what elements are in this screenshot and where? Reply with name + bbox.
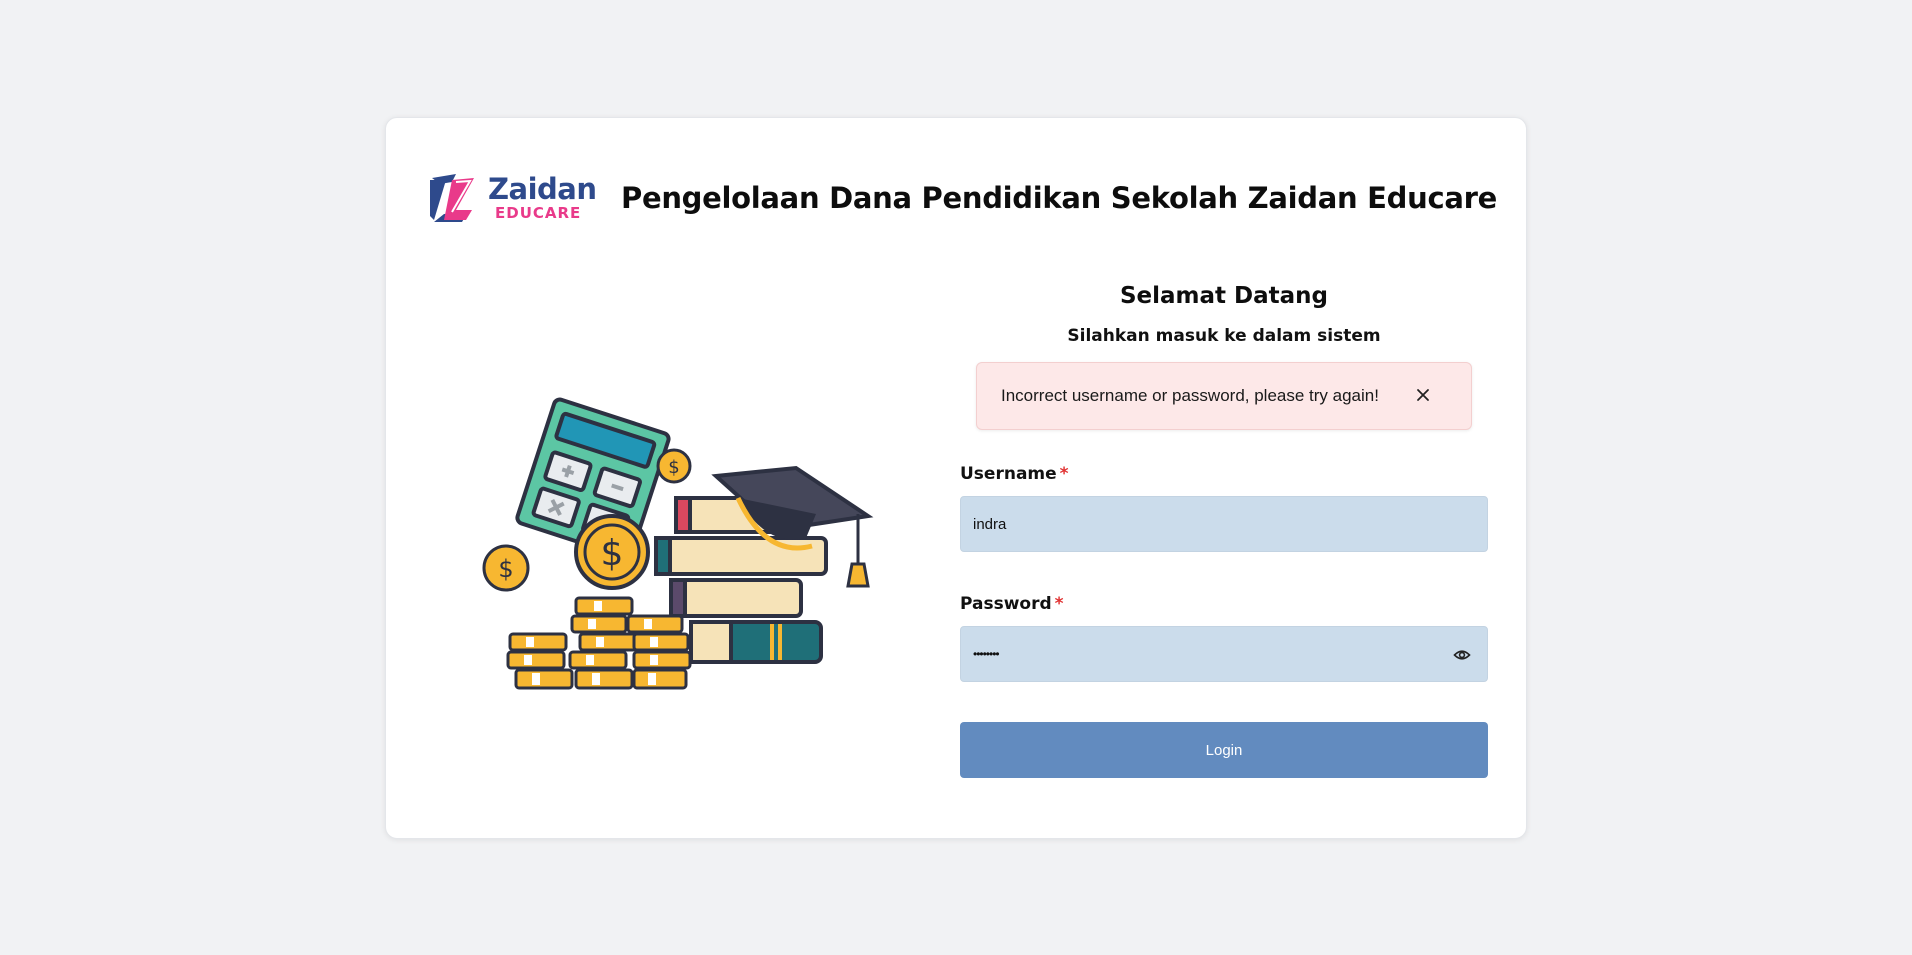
welcome-heading: Selamat Datang bbox=[1119, 283, 1329, 309]
brand-name: Zaidan bbox=[488, 172, 597, 206]
error-alert-message: Incorrect username or password, please t… bbox=[1001, 386, 1379, 405]
close-icon[interactable] bbox=[1413, 385, 1433, 405]
zaidan-z-logo-icon bbox=[426, 170, 482, 226]
error-alert: Incorrect username or password, please t… bbox=[976, 362, 1472, 430]
username-label: Username * bbox=[960, 462, 1488, 486]
brand-logo: Zaidan EDUCARE bbox=[426, 168, 597, 228]
education-finance-illustration-icon: $ $ $ bbox=[476, 358, 876, 718]
page-title: Pengelolaan Dana Pendidikan Sekolah Zaid… bbox=[621, 181, 1497, 215]
login-button[interactable]: Login bbox=[960, 722, 1488, 778]
password-label: Password * bbox=[960, 592, 1488, 616]
required-mark: * bbox=[1059, 464, 1069, 484]
brand-subtitle: EDUCARE bbox=[495, 204, 582, 222]
username-label-text: Username bbox=[960, 464, 1057, 484]
svg-text:$: $ bbox=[668, 457, 679, 478]
login-form: Selamat Datang Silahkan masuk ke dalam s… bbox=[960, 278, 1488, 778]
login-subtitle: Silahkan masuk ke dalam sistem bbox=[1067, 326, 1381, 346]
password-input[interactable]: •••••••• bbox=[960, 626, 1488, 682]
eye-icon[interactable] bbox=[1453, 646, 1471, 664]
svg-text:$: $ bbox=[601, 533, 624, 574]
password-label-text: Password bbox=[960, 594, 1052, 614]
svg-text:$: $ bbox=[498, 555, 513, 583]
username-input[interactable]: indra bbox=[960, 496, 1488, 552]
header: Zaidan EDUCARE Pengelolaan Dana Pendidik… bbox=[426, 168, 1497, 228]
username-value: indra bbox=[973, 515, 1007, 533]
required-mark: * bbox=[1054, 594, 1064, 614]
login-card: Zaidan EDUCARE Pengelolaan Dana Pendidik… bbox=[385, 117, 1527, 839]
password-value: •••••••• bbox=[973, 647, 1000, 661]
